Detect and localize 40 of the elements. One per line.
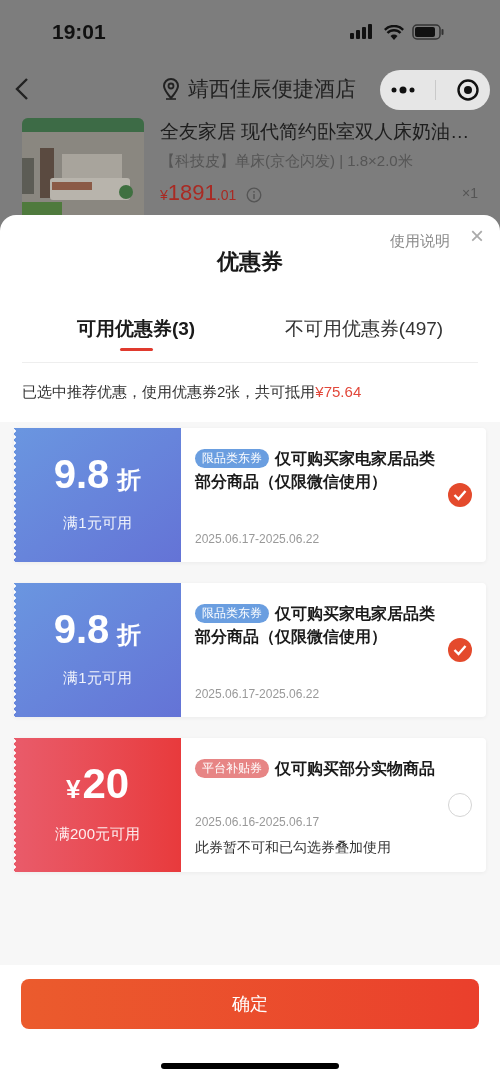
coupon-tab[interactable]: 不可用优惠券(497) [250, 293, 478, 362]
product-title: 全友家居 现代简约卧室双人床奶油… [160, 120, 471, 144]
validity-dates: 2025.06.17-2025.06.22 [195, 685, 321, 703]
coupon-amount: ¥20 [65, 763, 130, 810]
select-checkbox[interactable] [448, 482, 472, 507]
coupon-card[interactable]: ¥20 满200元可用 平台补贴券 仅可购买部分实物商品 2025.06.16-2025.06.17 此券暂不可和已勾选券叠加使用 [14, 737, 486, 872]
validity-dates: 2025.06.16-2025.06.17 [195, 813, 321, 831]
coupon-tag: 平台补贴券 [195, 758, 269, 778]
coupon-tab[interactable]: 可用优惠券(3) [22, 293, 250, 362]
coupon-threshold: 满200元可用 [55, 824, 140, 845]
usage-help-link[interactable]: 使用说明 [390, 230, 450, 253]
summary-text: 已选中推荐优惠，使用优惠券2张，共可抵用¥75.64 [21, 382, 363, 402]
coupon-description: 平台补贴券 仅可购买部分实物商品 [195, 756, 448, 780]
coupon-card[interactable]: 9.8 折 满1元可用 限品类东券 仅可购买家电家居品类部分商品（仅限微信使用） 2025.06.17-2025.06.22 [14, 582, 486, 717]
sheet-title: 优惠券 [217, 248, 283, 276]
status-time: 19:01 [52, 19, 106, 46]
check-icon [453, 488, 467, 501]
coupon-amount: 9.8 折 [53, 454, 142, 499]
coupon-description: 限品类东券 仅可购买家电家居品类部分商品（仅限微信使用） [195, 447, 436, 492]
back-icon[interactable] [14, 77, 30, 101]
coupon-tag: 限品类东券 [195, 448, 269, 468]
check-icon [453, 643, 467, 656]
more-icon[interactable] [389, 86, 416, 94]
select-checkbox[interactable] [448, 637, 472, 662]
coupon-threshold: 满1元可用 [63, 668, 132, 689]
capsule-menu[interactable] [380, 70, 490, 110]
coupon-threshold: 满1元可用 [63, 513, 132, 534]
confirm-button[interactable]: 确定 [21, 979, 479, 1029]
location-pin-icon [162, 78, 180, 100]
coupon-amount: 9.8 折 [53, 609, 142, 654]
coupon-tag: 限品类东券 [195, 603, 269, 623]
coupon-card[interactable]: 9.8 折 满1元可用 限品类东券 仅可购买家电家居品类部分商品（仅限微信使用） 2025.06.17-2025.06.22 [14, 427, 486, 562]
battery-icon [412, 24, 444, 40]
coupon-description: 限品类东券 仅可购买家电家居品类部分商品（仅限微信使用） [195, 602, 436, 647]
store-title: 靖西佳辰便捷酒店 [188, 76, 356, 103]
record-icon[interactable] [456, 78, 481, 102]
product-price: ¥1891.01 [160, 182, 237, 204]
validity-dates: 2025.06.17-2025.06.22 [195, 530, 321, 548]
stacking-note: 此券暂不可和已勾选券叠加使用 [195, 837, 392, 857]
wifi-icon [384, 24, 404, 40]
